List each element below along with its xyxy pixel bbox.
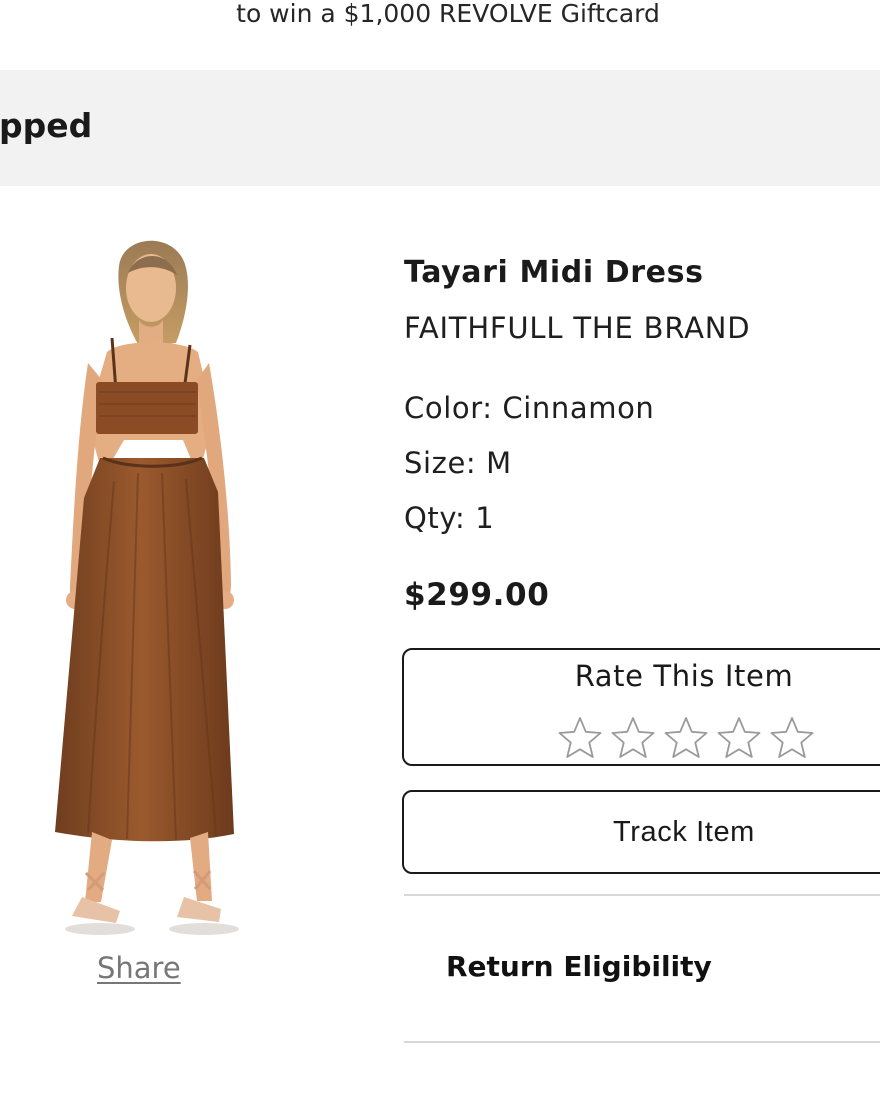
promo-text: to win a $1,000 REVOLVE Giftcard [236, 0, 660, 28]
product-brand[interactable]: FAITHFULL THE BRAND [404, 310, 750, 346]
share-link[interactable]: Share [97, 950, 181, 986]
star-outline-icon[interactable] [664, 716, 708, 760]
product-quantity: Qty: 1 [404, 501, 495, 535]
product-title[interactable]: Tayari Midi Dress [404, 255, 704, 291]
product-color: Color: Cinnamon [404, 391, 655, 425]
order-status-text: pped [0, 106, 93, 145]
return-divider-bottom [404, 1041, 880, 1043]
rate-this-item-label: Rate This Item [574, 659, 794, 693]
star-outline-icon[interactable] [558, 716, 602, 760]
order-status-bar [0, 70, 880, 186]
return-eligibility-row[interactable]: Return Eligibility [404, 896, 880, 1041]
star-rating[interactable] [558, 716, 814, 762]
product-photo-dress [55, 240, 239, 935]
product-price: $299.00 [404, 577, 550, 613]
product-image[interactable] [40, 226, 260, 946]
product-size: Size: M [404, 446, 512, 480]
return-eligibility-label: Return Eligibility [446, 950, 712, 983]
track-item-button[interactable]: Track Item [402, 790, 880, 874]
star-outline-icon[interactable] [770, 716, 814, 760]
track-item-label: Track Item [613, 816, 755, 848]
rate-this-item-panel[interactable]: Rate This Item [402, 648, 880, 766]
star-outline-icon[interactable] [717, 716, 761, 760]
star-outline-icon[interactable] [611, 716, 655, 760]
promo-banner: to win a $1,000 REVOLVE Giftcard [0, 0, 880, 70]
